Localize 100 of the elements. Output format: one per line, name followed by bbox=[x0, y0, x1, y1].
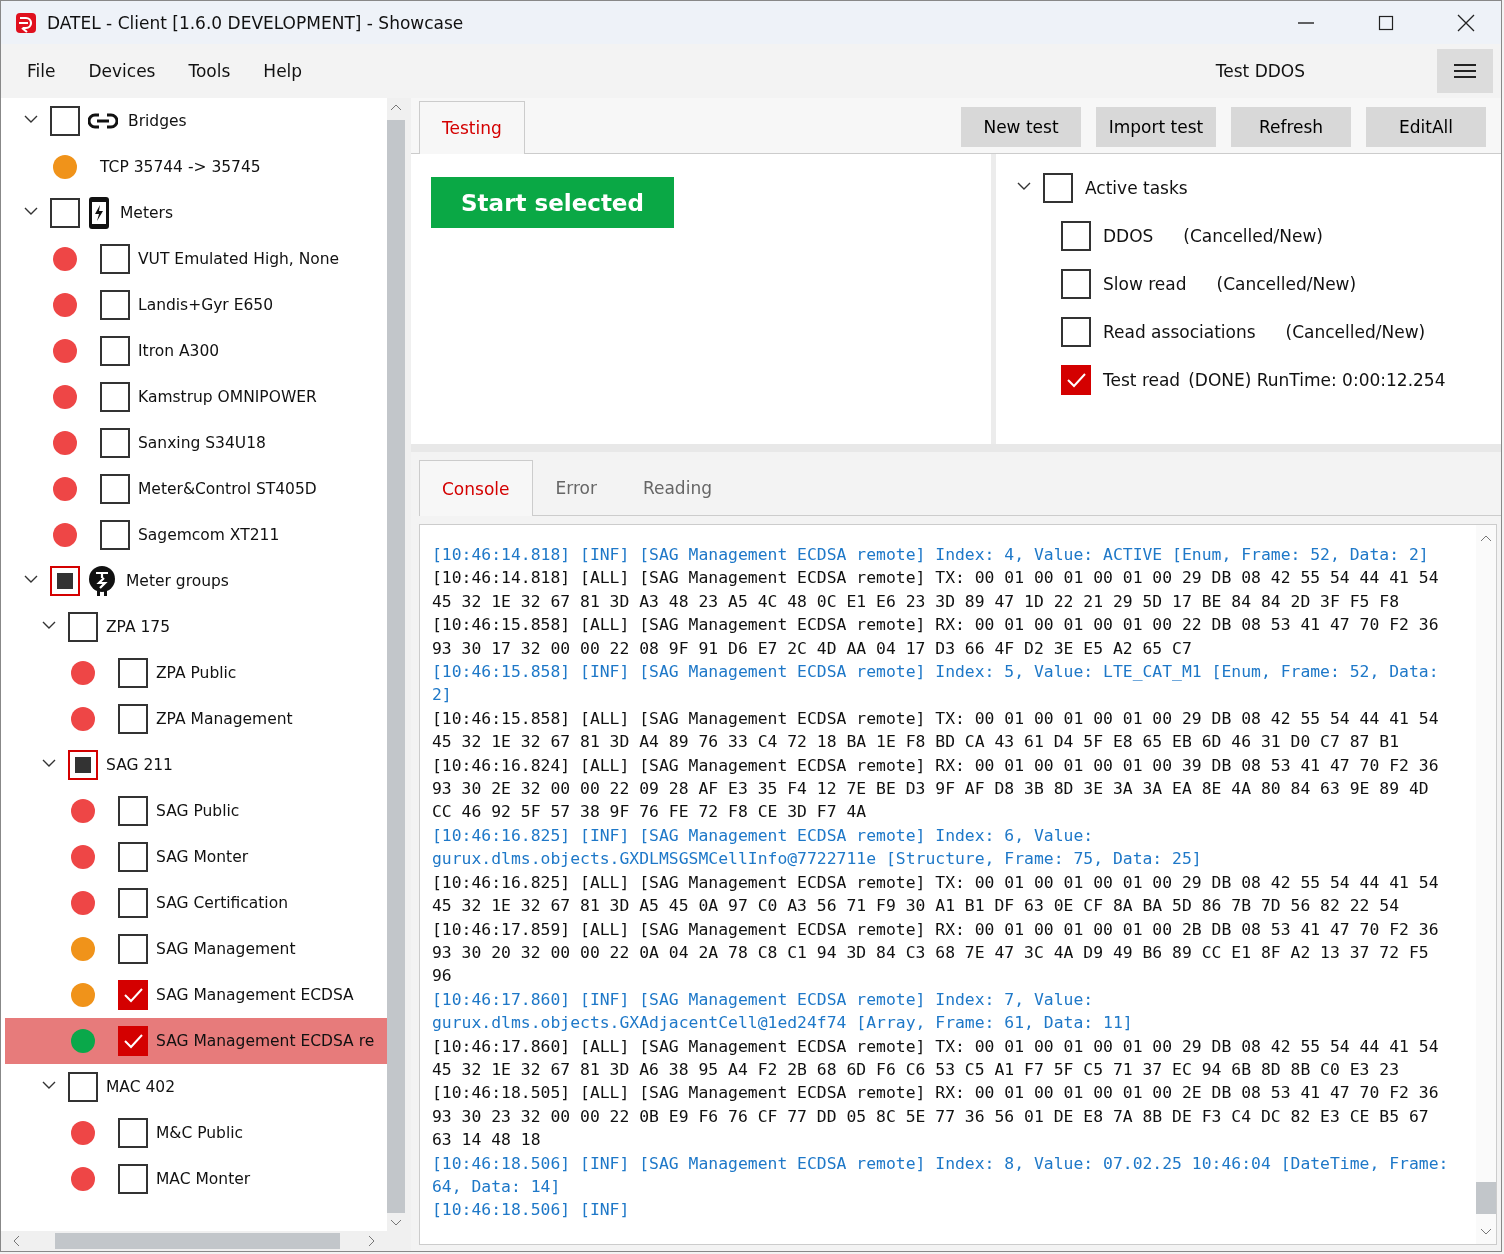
tree-label: Sagemcom XT211 bbox=[138, 526, 280, 544]
log-line: [10:46:15.858] [INF] [SAG Management ECDSA remote] Index: 5, Value: LTE_CAT_M1 [Enum, Frame: 52, Data: 2] bbox=[432, 661, 1440, 707]
tree-row[interactable]: Sanxing S34U18 bbox=[5, 420, 387, 466]
tab[interactable]: Reading bbox=[619, 460, 735, 515]
log-line: [10:46:18.506] [INF] bbox=[432, 1199, 631, 1222]
tree-label: SAG Management bbox=[156, 940, 296, 958]
link-icon bbox=[88, 112, 118, 130]
tree-label: Itron A300 bbox=[138, 342, 220, 360]
tab[interactable]: Console bbox=[419, 460, 533, 516]
menu-item[interactable]: Tools bbox=[174, 55, 245, 87]
tree-row[interactable]: TCP 35744 -> 35745 bbox=[5, 144, 387, 190]
checkbox[interactable] bbox=[1061, 269, 1091, 299]
tree-label: SAG Monter bbox=[156, 848, 249, 866]
task-name: Slow read bbox=[1103, 274, 1187, 294]
menu-button[interactable] bbox=[1437, 49, 1493, 93]
tree-label: MAC Monter bbox=[156, 1170, 251, 1188]
tree-row[interactable]: SAG 211 bbox=[5, 742, 387, 788]
checkbox[interactable] bbox=[100, 290, 130, 320]
toolbar-button[interactable]: Import test bbox=[1096, 106, 1216, 147]
tree-row[interactable]: Meter groups bbox=[5, 558, 387, 604]
maximize-icon bbox=[1378, 14, 1394, 31]
checkbox[interactable] bbox=[118, 934, 148, 964]
checkbox[interactable] bbox=[68, 612, 98, 642]
tree-label: ZPA Public bbox=[156, 664, 237, 682]
checkbox[interactable] bbox=[1061, 221, 1091, 251]
checkbox[interactable] bbox=[1061, 317, 1091, 347]
checkbox[interactable] bbox=[50, 106, 80, 136]
horizontal-scrollbar[interactable] bbox=[1, 1231, 405, 1251]
task-status: (Cancelled/New) bbox=[1285, 322, 1426, 342]
tree-label: SAG Management ECDSA bbox=[156, 986, 354, 1004]
tab[interactable]: Error bbox=[532, 460, 620, 515]
tree-row[interactable]: ZPA Management bbox=[5, 696, 387, 742]
tasks-label: Active tasks bbox=[1085, 178, 1188, 198]
checkbox[interactable] bbox=[50, 566, 80, 596]
log-line: [10:46:14.818] [INF] [SAG Management ECDSA remote] Index: 4, Value: ACTIVE [Enum, Frame: 52, Data: 2] bbox=[432, 544, 1430, 566]
checkbox[interactable] bbox=[118, 1118, 148, 1148]
tree-label: Landis+Gyr E650 bbox=[138, 296, 274, 314]
checkbox[interactable] bbox=[100, 382, 130, 412]
tree-row[interactable]: Landis+Gyr E650 bbox=[5, 282, 387, 328]
profile-label: Test DDOS bbox=[1215, 61, 1305, 81]
checkbox[interactable] bbox=[118, 842, 148, 872]
scrollbar-thumb[interactable] bbox=[1476, 1182, 1496, 1214]
checkbox[interactable] bbox=[1043, 173, 1073, 203]
checkbox[interactable] bbox=[118, 1164, 148, 1194]
tree-row[interactable]: SAG Monter bbox=[5, 834, 387, 880]
log-line: [10:46:17.860] [INF] [SAG Management ECDSA remote] Index: 7, Value: gurux.dlms.objects.GXAdjacentCell@1ed24f74 [Array, Frame: 61, Data: 11] bbox=[432, 988, 1134, 1035]
menu-item[interactable]: Help bbox=[249, 55, 317, 87]
tree-row[interactable]: ZPA 175 bbox=[5, 604, 387, 650]
tree-label: Bridges bbox=[128, 112, 187, 130]
tree-row[interactable]: MAC 402 bbox=[5, 1064, 387, 1110]
checkbox[interactable] bbox=[100, 336, 130, 366]
tree-row[interactable]: M&C Public bbox=[5, 1110, 387, 1156]
meter-icon bbox=[88, 196, 110, 230]
tree-label: SAG Public bbox=[156, 802, 240, 820]
checkbox[interactable] bbox=[118, 980, 148, 1010]
scrollbar[interactable] bbox=[1476, 525, 1496, 1244]
checkbox[interactable] bbox=[118, 888, 148, 918]
menu-item[interactable]: Devices bbox=[74, 55, 170, 87]
tree-row[interactable]: Itron A300 bbox=[5, 328, 387, 374]
tree-row[interactable]: VUT Emulated High, None bbox=[5, 236, 387, 282]
checkbox[interactable] bbox=[68, 1072, 98, 1102]
checkbox[interactable] bbox=[100, 244, 130, 274]
tree-row[interactable]: Kamstrup OMNIPOWER bbox=[5, 374, 387, 420]
task-status: (Cancelled/New) bbox=[1216, 274, 1357, 294]
tree-row[interactable]: Bridges bbox=[5, 98, 387, 144]
tab[interactable]: Testing bbox=[419, 101, 525, 154]
tree-row[interactable]: SAG Public bbox=[5, 788, 387, 834]
log-line: [10:46:17.859] [ALL] [SAG Management ECDSA remote] RX: 00 01 00 01 00 01 00 2B DB 08 53 41 47 70 F2 36 93 30 20 32 00 00 22 0A 04 2A 78 C8 C1 94 3D 84 C3 68 7E 47 3C 4A D9 49 B6 89 CC E1 8F A2 13 37 72 F5 96 bbox=[432, 918, 1440, 988]
checkbox[interactable] bbox=[1061, 365, 1091, 395]
checkbox[interactable] bbox=[68, 750, 98, 780]
checkbox[interactable] bbox=[100, 520, 130, 550]
tree-row[interactable]: Meter&Control ST405D bbox=[5, 466, 387, 512]
log-line: [10:46:15.858] [ALL] [SAG Management ECDSA remote] TX: 00 01 00 01 00 01 00 29 DB 08 42 55 54 44 41 54 45 32 1E 32 67 81 3D A4 89 76 33 C4 72 18 BA 1E F8 BD CA 43 61 D4 5F E8 65 EB 6D 46 31 D0 C7 87 B1 bbox=[432, 707, 1440, 754]
menu-icon bbox=[1454, 63, 1476, 79]
task-status: (Cancelled/New) bbox=[1183, 226, 1323, 246]
tree-row[interactable]: Sagemcom XT211 bbox=[5, 512, 387, 558]
checkbox[interactable] bbox=[118, 796, 148, 826]
tree-label: ZPA 175 bbox=[106, 618, 171, 636]
checkbox[interactable] bbox=[100, 428, 130, 458]
log-line: [10:46:17.860] [ALL] [SAG Management ECDSA remote] TX: 00 01 00 01 00 01 00 29 DB 08 42 55 54 44 41 54 45 32 1E 32 67 81 3D A6 38 95 A4 F2 2B 68 6D F6 C6 53 C5 A1 F7 5F C5 71 37 EC 94 6B 8D 8B C0 E3 23 bbox=[432, 1035, 1440, 1081]
tree-row[interactable]: ZPA Public bbox=[5, 650, 387, 696]
selected-tree-row[interactable]: SAG Management ECDSA re bbox=[5, 1018, 387, 1064]
checkbox[interactable] bbox=[118, 1026, 148, 1056]
tree-label: Kamstrup OMNIPOWER bbox=[138, 388, 317, 406]
tree-row[interactable]: Meters bbox=[5, 190, 387, 236]
toolbar-button[interactable]: Refresh bbox=[1231, 106, 1351, 147]
toolbar-button[interactable]: New test bbox=[961, 106, 1081, 147]
tree-row[interactable]: SAG Certification bbox=[5, 880, 387, 926]
tree-row[interactable]: SAG Management bbox=[5, 926, 387, 972]
checkbox[interactable] bbox=[50, 198, 80, 228]
checkbox[interactable] bbox=[118, 658, 148, 688]
scrollbar-thumb[interactable] bbox=[55, 1233, 340, 1249]
tree-row[interactable]: MAC Monter bbox=[5, 1156, 387, 1202]
checkbox[interactable] bbox=[100, 474, 130, 504]
tree-row[interactable]: SAG Management ECDSA bbox=[5, 972, 387, 1018]
menu-item[interactable]: File bbox=[13, 55, 70, 87]
tree-label: SAG 211 bbox=[106, 756, 173, 774]
toolbar-button[interactable]: EditAll bbox=[1366, 106, 1486, 147]
tree-label: Sanxing S34U18 bbox=[138, 434, 266, 452]
checkbox[interactable] bbox=[118, 704, 148, 734]
